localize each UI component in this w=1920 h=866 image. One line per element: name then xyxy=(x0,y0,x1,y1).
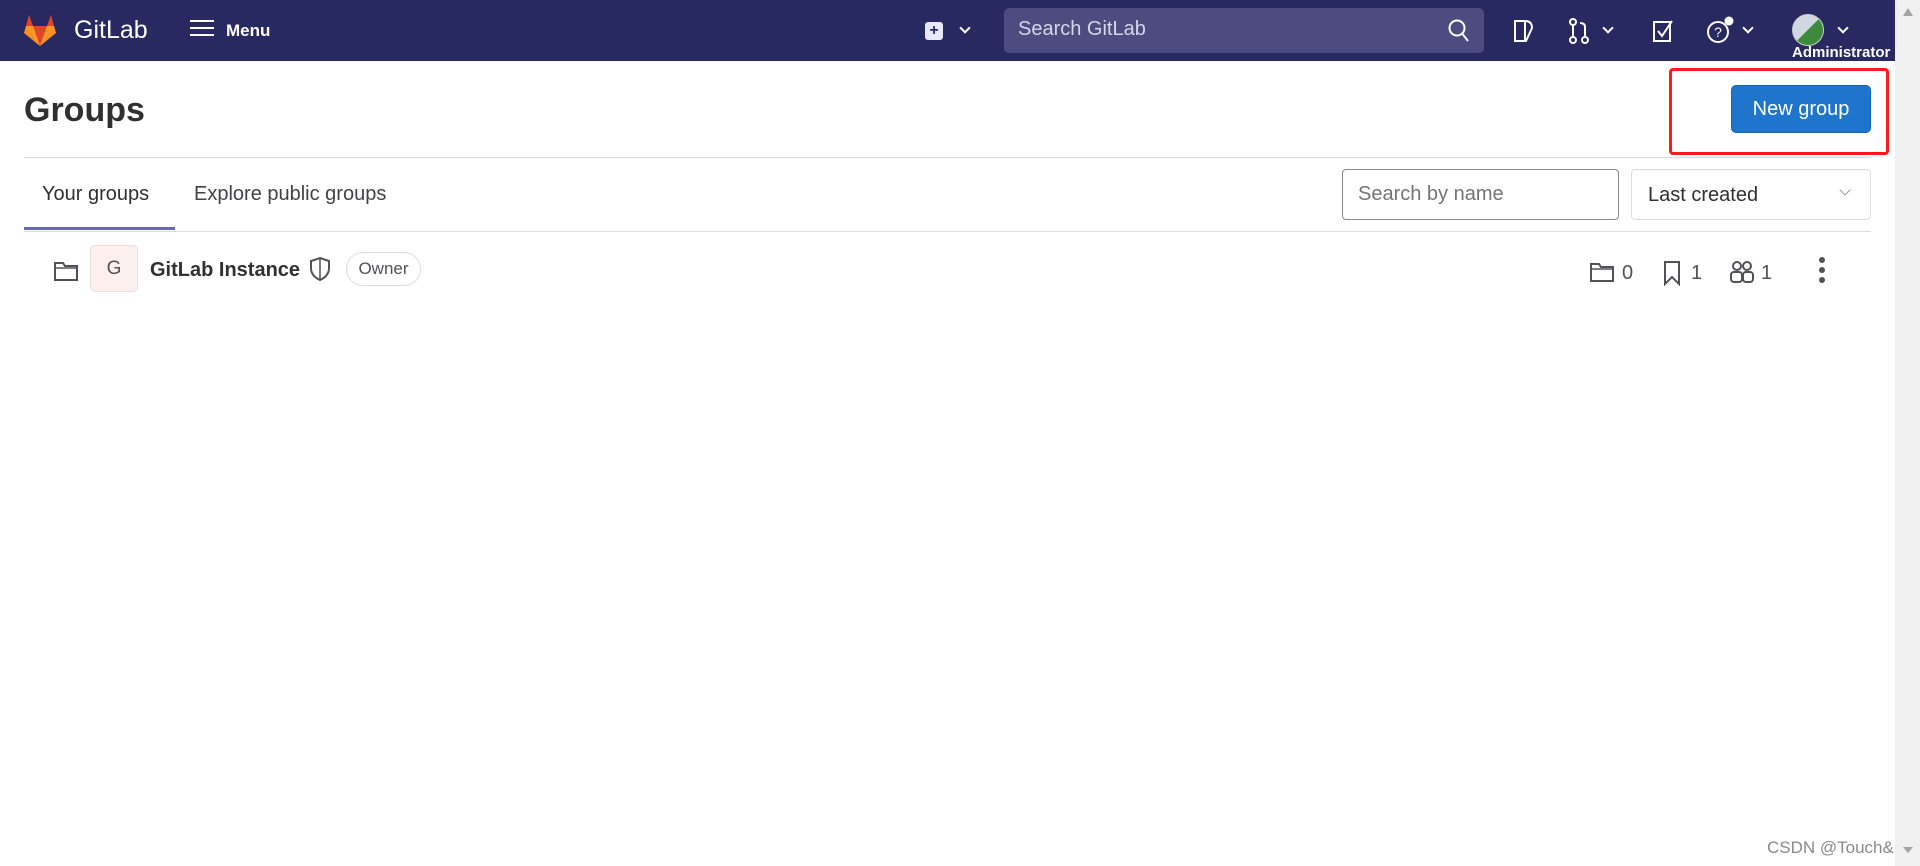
chevron-down-icon[interactable] xyxy=(1602,22,1614,34)
scroll-up-icon[interactable] xyxy=(1903,8,1913,16)
page-title: Groups xyxy=(24,91,145,129)
members-count: 1 xyxy=(1761,262,1773,284)
scrollbar[interactable] xyxy=(1895,0,1920,866)
tab-explore-public-groups[interactable]: Explore public groups xyxy=(194,183,386,206)
more-actions-icon[interactable] xyxy=(1819,257,1827,283)
hamburger-icon[interactable] xyxy=(190,20,214,36)
subgroups-count: 0 xyxy=(1622,262,1634,284)
role-badge: Owner xyxy=(346,252,421,286)
search-input[interactable] xyxy=(1018,18,1418,41)
divider xyxy=(24,231,1871,232)
svg-text:?: ? xyxy=(1714,24,1722,40)
help-icon[interactable]: ? xyxy=(1706,16,1736,46)
user-name: Administrator xyxy=(1792,44,1891,61)
sort-value: Last created xyxy=(1648,184,1759,206)
tab-your-groups[interactable]: Your groups xyxy=(42,183,149,206)
scroll-down-icon[interactable] xyxy=(1903,847,1913,853)
todo-icon[interactable] xyxy=(1652,19,1674,43)
plus-square-icon[interactable]: + xyxy=(925,22,943,40)
avatar[interactable] xyxy=(1792,14,1824,46)
top-navbar: GitLab Menu + ? Administrator xyxy=(0,0,1895,61)
search-icon[interactable] xyxy=(1448,19,1470,43)
chevron-down-icon xyxy=(1839,184,1851,196)
global-search[interactable] xyxy=(1004,8,1484,53)
sort-dropdown[interactable]: Last created xyxy=(1631,169,1871,220)
search-by-name-field[interactable] xyxy=(1342,169,1619,220)
issues-icon[interactable] xyxy=(1513,19,1535,43)
search-by-name-input[interactable] xyxy=(1358,183,1603,206)
bookmark-icon xyxy=(1662,260,1682,286)
divider xyxy=(24,157,1871,158)
menu-button[interactable]: Menu xyxy=(226,21,270,41)
gitlab-logo[interactable] xyxy=(22,13,58,47)
folder-icon[interactable] xyxy=(54,260,78,282)
group-name-link[interactable]: GitLab Instance xyxy=(150,259,300,282)
chevron-down-icon[interactable] xyxy=(1742,22,1754,34)
shield-icon xyxy=(309,256,331,282)
subgroups-folder-icon xyxy=(1590,262,1614,282)
group-avatar[interactable]: G xyxy=(90,245,138,292)
chevron-down-icon[interactable] xyxy=(1837,22,1849,34)
new-group-button[interactable]: New group xyxy=(1731,85,1871,133)
projects-count: 1 xyxy=(1691,262,1703,284)
active-tab-indicator xyxy=(24,227,175,230)
watermark: CSDN @Touch& xyxy=(1767,838,1894,857)
users-icon xyxy=(1729,260,1755,284)
brand-name[interactable]: GitLab xyxy=(74,16,148,45)
merge-request-icon[interactable] xyxy=(1568,18,1590,44)
chevron-down-icon[interactable] xyxy=(959,22,971,34)
